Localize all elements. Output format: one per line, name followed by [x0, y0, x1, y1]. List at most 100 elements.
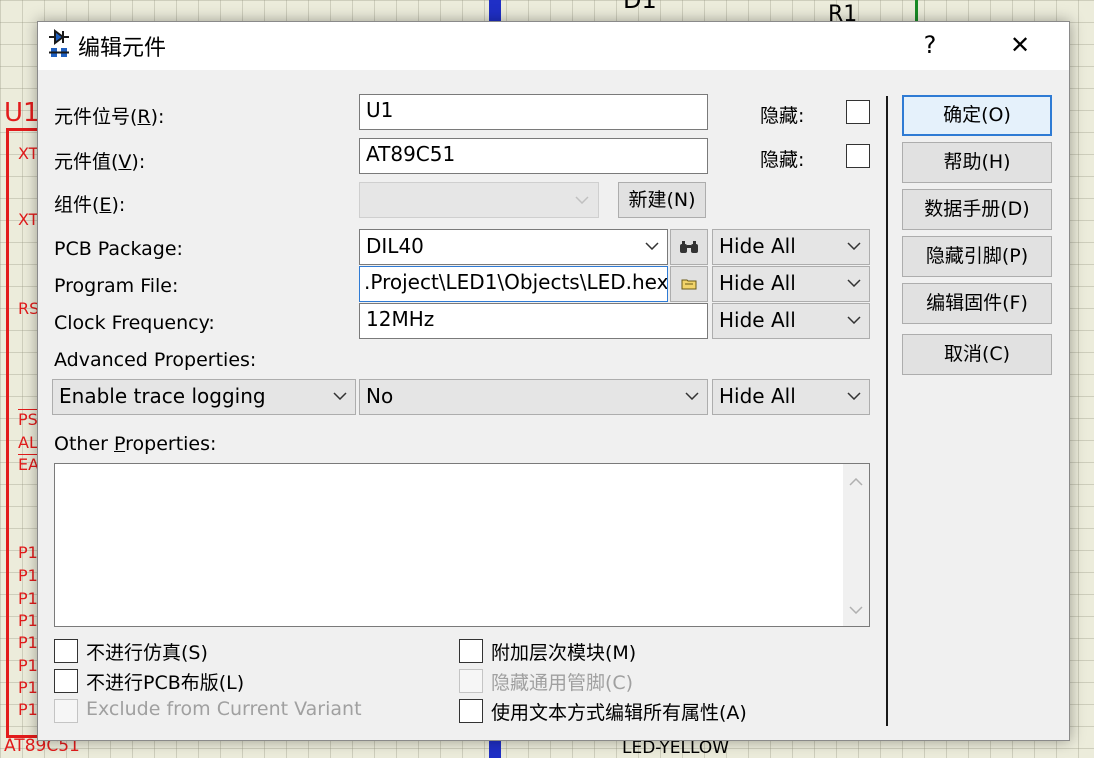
- reference-hidden-checkbox[interactable]: [846, 100, 870, 124]
- advanced-visibility-select[interactable]: Hide All: [712, 379, 870, 415]
- label-accelerator: V: [118, 151, 132, 173]
- hide-pins-button[interactable]: 隐藏引脚(P): [902, 236, 1052, 277]
- select-value: Hide All: [719, 234, 796, 258]
- vertical-separator: [886, 96, 888, 726]
- pcb-package-visibility-select[interactable]: Hide All: [712, 229, 870, 265]
- pcb-package-select[interactable]: DIL40: [359, 229, 668, 265]
- exclude-simulation-checkbox[interactable]: [54, 639, 78, 663]
- property-label: Program File:: [54, 275, 179, 297]
- label-text: ):: [111, 194, 126, 216]
- datasheet-button[interactable]: 数据手册(D): [902, 189, 1052, 230]
- package-browse-button[interactable]: [670, 229, 708, 265]
- label-accelerator: R: [137, 106, 151, 128]
- property-label: PCB Package:: [54, 238, 183, 260]
- pin-label: P1: [18, 566, 38, 585]
- component-icon: [49, 29, 69, 57]
- clock-frequency-visibility-select[interactable]: Hide All: [712, 303, 870, 339]
- select-value: Hide All: [719, 271, 796, 295]
- chip-ref-label: U1: [4, 98, 40, 128]
- chevron-down-icon: [847, 316, 861, 324]
- pin-label: AL: [18, 433, 38, 452]
- select-value: DIL40: [366, 234, 424, 258]
- attach-hierarchy-checkbox[interactable]: [459, 639, 483, 663]
- pin-label: P1: [18, 611, 38, 630]
- new-group-button[interactable]: 新建(N): [618, 182, 706, 218]
- label-accelerator: P: [114, 433, 126, 455]
- binoculars-icon: [680, 241, 698, 253]
- exclude-variant-checkbox: [54, 699, 78, 723]
- checkbox-label: 使用文本方式编辑所有属性(A): [491, 702, 747, 724]
- textarea-scrollbar[interactable]: [843, 464, 869, 626]
- exclude-pcb-checkbox[interactable]: [54, 669, 78, 693]
- cancel-button[interactable]: 取消(C): [902, 334, 1052, 375]
- value-label: 元件值(V):: [54, 147, 145, 174]
- chevron-down-icon: [645, 242, 659, 250]
- chevron-down-icon: [847, 279, 861, 287]
- label-text: roperties:: [125, 433, 217, 455]
- other-properties-label: Other Properties:: [54, 433, 216, 455]
- pin-label: P1: [18, 700, 38, 719]
- reference-input[interactable]: U1: [359, 94, 708, 130]
- edit-all-as-text-checkbox[interactable]: [459, 699, 483, 723]
- pin-label: P1: [18, 656, 38, 675]
- program-file-visibility-select[interactable]: Hide All: [712, 266, 870, 302]
- reference-label: 元件位号(R):: [54, 102, 164, 129]
- led-ref-label: D1: [623, 0, 657, 14]
- chevron-down-icon: [575, 196, 589, 204]
- close-icon[interactable]: ✕: [990, 22, 1050, 70]
- led-value-label: LED-YELLOW: [622, 738, 730, 758]
- ok-button[interactable]: 确定(O): [902, 95, 1052, 136]
- checkbox-label: 不进行PCB布版(L): [86, 672, 245, 694]
- label-text: Other: [54, 433, 114, 455]
- pin-label: PS: [18, 410, 38, 429]
- dialog-title: 编辑元件: [78, 36, 167, 61]
- checkbox-label: 隐藏通用管脚(C): [491, 672, 634, 694]
- group-select: [359, 182, 599, 218]
- chevron-down-icon: [333, 392, 347, 400]
- dialog-titlebar[interactable]: 编辑元件 ? ✕: [38, 22, 1069, 70]
- chevron-down-icon: [685, 392, 699, 400]
- chevron-down-icon: [847, 392, 861, 400]
- help-title-button[interactable]: ?: [900, 22, 960, 70]
- advanced-value-select[interactable]: No: [359, 379, 708, 415]
- pin-label: P1: [18, 589, 38, 608]
- advanced-properties-label: Advanced Properties:: [54, 349, 257, 371]
- other-properties-textarea[interactable]: [54, 463, 870, 627]
- chevron-down-icon: [847, 242, 861, 250]
- pin-label: P1: [18, 633, 38, 652]
- select-value: Enable trace logging: [59, 384, 266, 408]
- checkbox-label: 附加层次模块(M): [491, 642, 637, 664]
- pin-label: EA: [18, 455, 40, 474]
- select-value: No: [366, 384, 394, 408]
- value-hidden-label: 隐藏:: [760, 149, 805, 171]
- folder-icon: [681, 279, 697, 290]
- value-hidden-checkbox[interactable]: [846, 144, 870, 168]
- program-file-input[interactable]: .Project\LED1\Objects\LED.hex: [359, 266, 668, 302]
- chevron-down-icon[interactable]: [849, 606, 863, 614]
- reference-hidden-label: 隐藏:: [760, 105, 805, 127]
- label-text: 元件值(: [54, 151, 119, 173]
- advanced-property-select[interactable]: Enable trace logging: [52, 379, 356, 415]
- help-button[interactable]: 帮助(H): [902, 142, 1052, 183]
- label-text: ):: [131, 151, 146, 173]
- label-text: ):: [150, 106, 165, 128]
- clock-frequency-input[interactable]: 12MHz: [359, 303, 708, 339]
- label-accelerator: E: [99, 194, 112, 216]
- checkbox-label: 不进行仿真(S): [86, 642, 208, 664]
- chevron-up-icon[interactable]: [849, 478, 863, 486]
- pin-label: P1: [18, 678, 38, 697]
- label-text: 元件位号(: [54, 106, 138, 128]
- label-text: 组件(: [54, 194, 100, 216]
- program-file-browse-button[interactable]: [670, 266, 708, 302]
- pin-label: XT: [18, 210, 39, 229]
- pin-label: P1: [18, 543, 38, 562]
- select-value: Hide All: [719, 384, 796, 408]
- value-input[interactable]: AT89C51: [359, 138, 708, 174]
- checkbox-label: Exclude from Current Variant: [86, 698, 362, 720]
- hide-common-pins-checkbox: [459, 669, 483, 693]
- edit-firmware-button[interactable]: 编辑固件(F): [902, 283, 1052, 324]
- group-label: 组件(E):: [54, 190, 125, 217]
- pin-label: XT: [18, 144, 39, 163]
- select-value: Hide All: [719, 308, 796, 332]
- property-label: Clock Frequency:: [54, 312, 215, 334]
